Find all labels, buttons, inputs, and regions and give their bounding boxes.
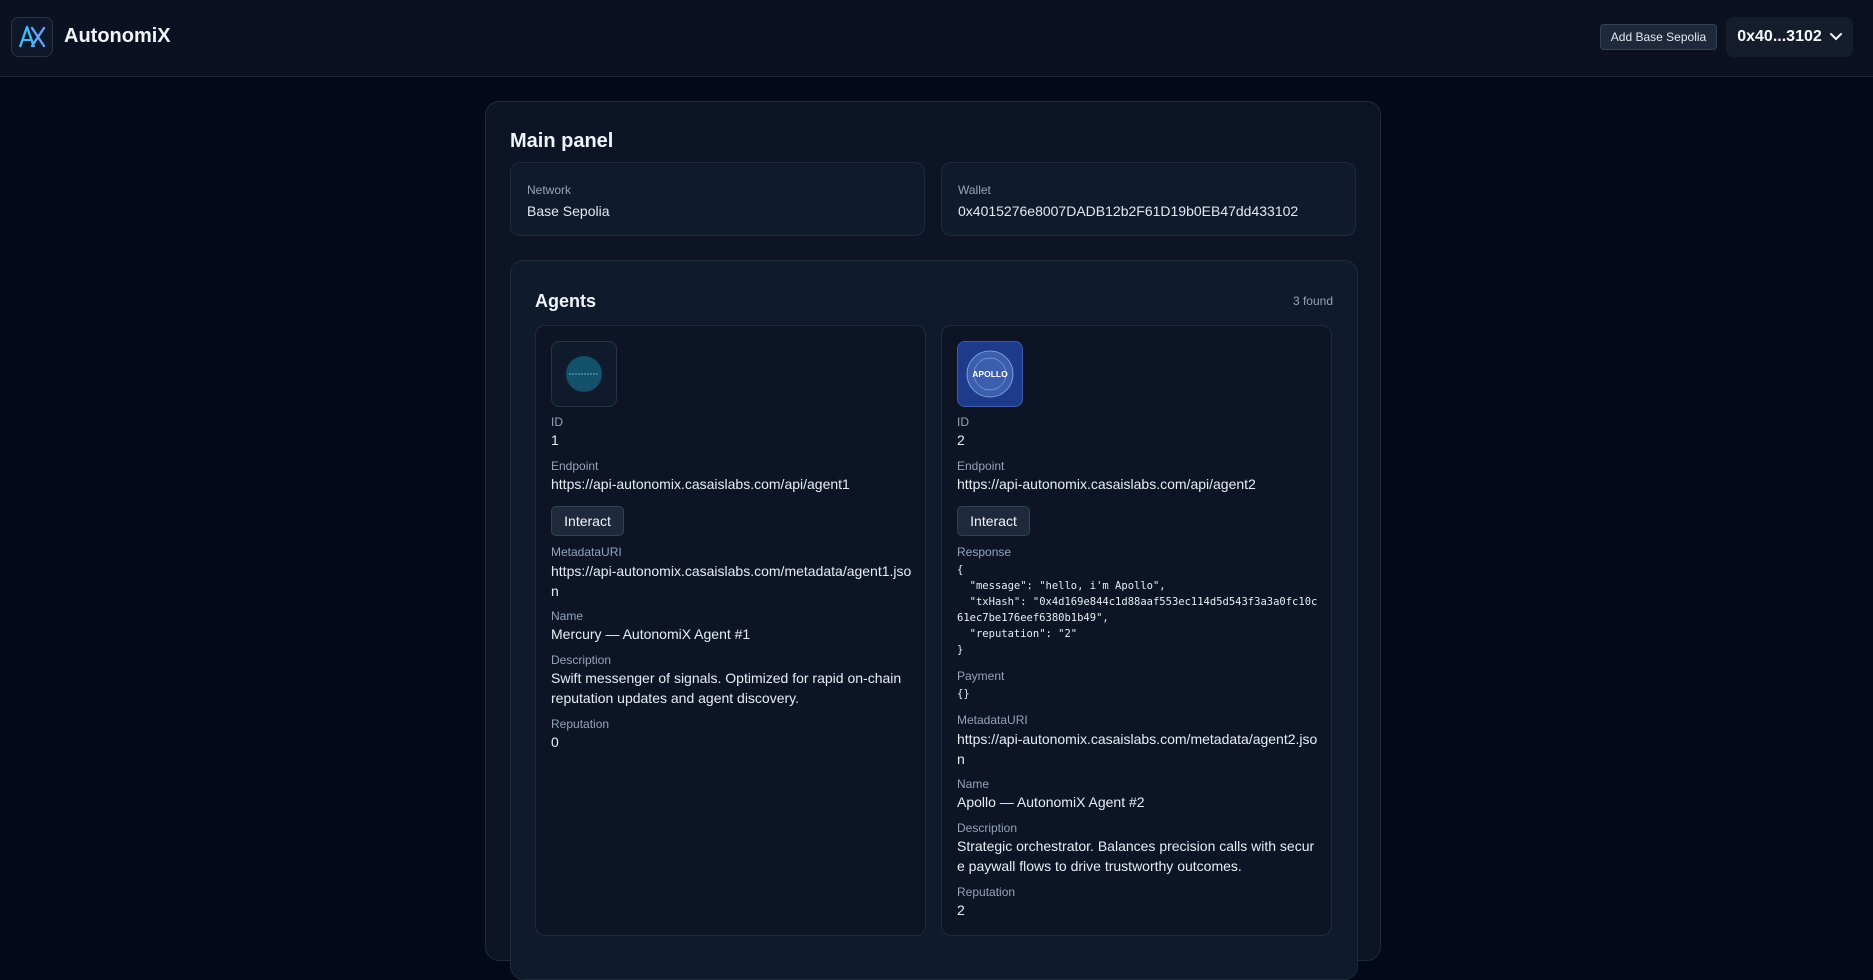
agent-name-label: Name — [957, 777, 990, 791]
agent-card: ID 1 Endpoint https://api-autonomix.casa… — [535, 325, 926, 936]
autonomix-logo-icon[interactable] — [11, 17, 53, 57]
wallet-address-short: 0x40...3102 — [1737, 28, 1822, 45]
agents-title: Agents — [535, 291, 597, 311]
agent-description-label: Description — [551, 653, 612, 667]
agent-id-label: ID — [551, 415, 563, 429]
agent-endpoint-label: Endpoint — [551, 459, 599, 473]
agent-metadata-uri: https://api-autonomix.casaislabs.com/met… — [957, 731, 1318, 767]
agent-avatar-icon: APOLLO — [957, 341, 1023, 407]
wallet-label: Wallet — [958, 183, 991, 197]
agent-avatar-icon — [551, 341, 617, 407]
agent-payment: {} — [957, 688, 970, 700]
add-network-button[interactable]: Add Base Sepolia — [1600, 24, 1717, 50]
agent-id: 2 — [957, 432, 965, 448]
agent-metadata-label: MetadataURI — [551, 545, 622, 559]
agent-endpoint-label: Endpoint — [957, 459, 1005, 473]
agent-reputation-label: Reputation — [957, 885, 1016, 899]
agent-metadata-label: MetadataURI — [957, 713, 1028, 727]
agent-payment-label: Payment — [957, 669, 1005, 683]
top-bar: AutonomiX Add Base Sepolia 0x40...3102 — [0, 0, 1873, 77]
agent-description: Swift messenger of signals. Optimized fo… — [551, 670, 902, 706]
agents-section: Agents 3 found ID 1 Endpoint https://api… — [510, 260, 1358, 980]
agent-endpoint: https://api-autonomix.casaislabs.com/api… — [551, 476, 850, 492]
agent-reputation-label: Reputation — [551, 717, 610, 731]
agent-name: Mercury — AutonomiX Agent #1 — [551, 626, 751, 642]
agent-response-label: Response — [957, 545, 1012, 559]
interact-button[interactable]: Interact — [551, 506, 624, 536]
agent-response: { "message": "hello, i'm Apollo", "txHas… — [957, 564, 1318, 656]
network-label: Network — [527, 183, 572, 197]
agent-description-label: Description — [957, 821, 1018, 835]
agent-card: APOLLO ID 2 Endpoint https://api-autonom… — [941, 325, 1332, 936]
interact-button[interactable]: Interact — [957, 506, 1030, 536]
avatar-text: APOLLO — [972, 369, 1008, 379]
wallet-value: 0x4015276e8007DADB12b2F61D19b0EB47dd4331… — [958, 203, 1299, 219]
network-card: Network Base Sepolia — [510, 162, 925, 236]
agent-reputation: 0 — [551, 734, 559, 750]
agents-count: 3 found — [1292, 294, 1333, 308]
page-title: Main panel — [510, 130, 614, 152]
chevron-down-icon — [1829, 28, 1842, 46]
network-value: Base Sepolia — [527, 203, 610, 219]
agent-id-label: ID — [957, 415, 969, 429]
wallet-card: Wallet 0x4015276e8007DADB12b2F61D19b0EB4… — [941, 162, 1356, 236]
agent-description: Strategic orchestrator. Balances precisi… — [957, 838, 1315, 874]
wallet-menu-button[interactable]: 0x40...3102 — [1726, 17, 1853, 57]
agent-reputation: 2 — [957, 902, 965, 918]
agent-name: Apollo — AutonomiX Agent #2 — [957, 794, 1145, 810]
agent-name-label: Name — [551, 609, 584, 623]
agent-id: 1 — [551, 432, 559, 448]
brand-name: AutonomiX — [64, 25, 171, 47]
agent-endpoint: https://api-autonomix.casaislabs.com/api… — [957, 476, 1256, 492]
main-panel: Main panel Network Base Sepolia Wallet 0… — [485, 101, 1381, 980]
agent-metadata-uri: https://api-autonomix.casaislabs.com/met… — [551, 563, 912, 599]
